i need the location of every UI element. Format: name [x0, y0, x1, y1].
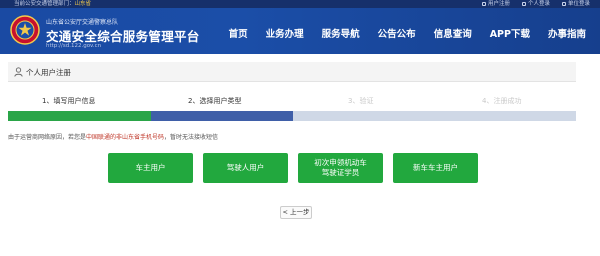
previous-step-button[interactable]: < 上一步 — [280, 206, 312, 219]
nav-item-service-guide[interactable]: 服务导航 — [322, 26, 360, 40]
step-2-progress — [151, 111, 293, 121]
student-label-line1: 初次申领机动车 — [314, 158, 367, 167]
driver-user-label: 驾驶人用户 — [226, 163, 265, 172]
step-3-label: 3、验证 — [348, 97, 374, 105]
site-subtitle: 山东省公安厅交通警察总队 — [46, 19, 119, 26]
user-login-icon — [521, 2, 526, 6]
nav-item-home[interactable]: 首页 — [229, 26, 248, 40]
top-utility-bar: 当前公安交通管理部门：山东省 用户注册 个人登录 单位登录 — [0, 0, 600, 8]
notice-highlight: 中国联通的非山东省手机号码 — [86, 134, 165, 141]
nav-item-info-query[interactable]: 信息查询 — [434, 26, 472, 40]
account-links: 用户注册 个人登录 单位登录 — [481, 0, 590, 8]
registration-steps: 1、填写用户信息 2、选择用户类型 3、验证 4、注册成功 — [8, 88, 576, 121]
unit-login-link[interactable]: 单位登录 — [561, 0, 590, 8]
student-label-line2: 驾驶证学员 — [321, 168, 360, 177]
registration-panel: 个人用户注册 1、填写用户信息 2、选择用户类型 3、验证 4、注册成功 由于运… — [8, 60, 576, 256]
user-type-options: 车主用户 驾驶人用户 初次申领机动车 驾驶证学员 新车车主用户 — [108, 153, 488, 183]
vehicle-owner-button[interactable]: 车主用户 — [108, 153, 193, 183]
user-icon — [14, 67, 23, 77]
nav-item-business[interactable]: 业务办理 — [266, 26, 304, 40]
section-title: 个人用户注册 — [26, 68, 71, 77]
sms-notice: 由于运营商网络原因，若您是中国联通的非山东省手机号码，暂时无法接收短信 — [8, 132, 218, 141]
remaining-progress — [293, 111, 576, 121]
new-car-owner-label: 新车车主用户 — [413, 163, 458, 172]
vehicle-owner-label: 车主用户 — [135, 163, 166, 172]
step-1-label: 1、填写用户信息 — [42, 97, 96, 105]
notice-prefix: 由于运营商网络原因，若您是 — [8, 134, 87, 141]
first-license-student-button[interactable]: 初次申领机动车 驾驶证学员 — [298, 153, 383, 183]
province-selector[interactable]: 山东省 — [75, 1, 92, 7]
new-car-owner-button[interactable]: 新车车主用户 — [393, 153, 478, 183]
notice-suffix: ，暂时无法接收短信 — [164, 134, 219, 141]
nav-item-app-download[interactable]: APP下载 — [490, 26, 530, 40]
user-register-link[interactable]: 用户注册 — [481, 0, 510, 8]
unit-login-icon — [561, 2, 566, 6]
site-url: http://sd.122.gov.cn — [46, 43, 102, 49]
nav-item-guide[interactable]: 办事指南 — [548, 26, 586, 40]
user-register-icon — [481, 2, 486, 6]
personal-login-label: 个人登录 — [527, 1, 550, 7]
nav-item-announcements[interactable]: 公告公布 — [378, 26, 416, 40]
user-register-label: 用户注册 — [487, 1, 510, 7]
gov-site-label: 当前公安交通管理部门： — [14, 1, 75, 7]
personal-login-link[interactable]: 个人登录 — [521, 0, 550, 8]
main-nav: 首页 业务办理 服务导航 公告公布 信息查询 APP下载 办事指南 — [211, 26, 586, 40]
unit-login-label: 单位登录 — [567, 1, 590, 7]
police-emblem-icon — [10, 15, 40, 45]
step-2-label: 2、选择用户类型 — [188, 97, 242, 105]
section-title-bar: 个人用户注册 — [8, 62, 576, 82]
gov-site-indicator: 当前公安交通管理部门：山东省 — [14, 0, 91, 8]
step-1-progress — [8, 111, 151, 121]
site-header: 山东省公安厅交通警察总队 交通安全综合服务管理平台 http://sd.122.… — [0, 8, 600, 54]
driver-user-button[interactable]: 驾驶人用户 — [203, 153, 288, 183]
step-4-label: 4、注册成功 — [482, 97, 522, 105]
